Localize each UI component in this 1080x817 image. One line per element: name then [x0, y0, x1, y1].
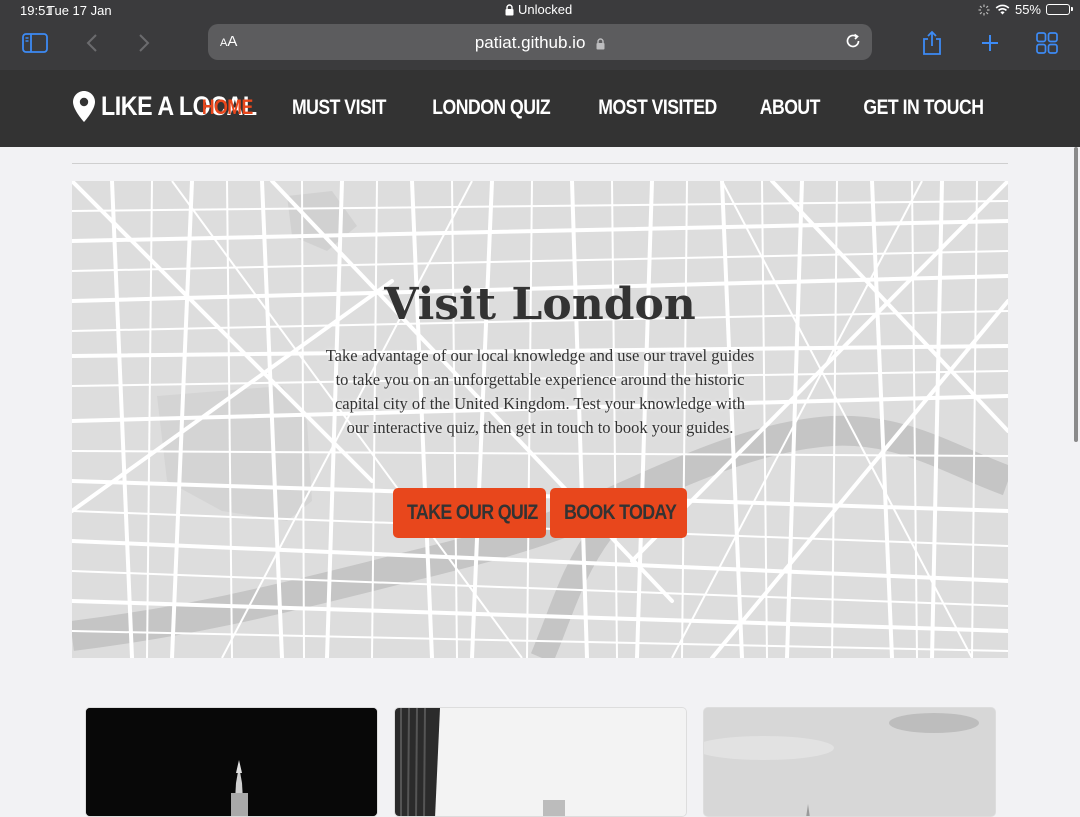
main-nav: HOME MUST VISIT LONDON QUIZ MOST VISITED…: [197, 96, 995, 120]
sidebar-toggle-button[interactable]: [20, 30, 50, 56]
attraction-card-tower-bridge[interactable]: [85, 707, 378, 817]
address-bar[interactable]: AA patiat.github.io: [208, 24, 872, 60]
secure-lock-icon: [596, 37, 605, 50]
nav-get-in-touch[interactable]: GET IN TOUCH: [864, 96, 985, 120]
new-tab-button[interactable]: [975, 30, 1005, 56]
tab-grid-icon: [1036, 32, 1058, 54]
nav-london-quiz[interactable]: LONDON QUIZ: [432, 96, 550, 120]
wifi-icon: [995, 4, 1010, 15]
nav-about[interactable]: ABOUT: [760, 96, 821, 120]
nav-home[interactable]: HOME: [201, 96, 252, 120]
hero-description: Take advantage of our local knowledge an…: [325, 346, 755, 437]
map-pin-icon: [73, 91, 95, 122]
reload-icon: [846, 33, 860, 48]
share-icon: [923, 30, 941, 55]
padlock-icon: [505, 3, 514, 15]
browser-toolbar: AA patiat.github.io: [0, 22, 1080, 70]
sidebar-icon: [22, 33, 48, 53]
hero-buttons: TAKE OUR QUIZ BOOK TODAY: [393, 488, 687, 538]
chevron-left-icon: [86, 34, 97, 52]
lock-status-text: Unlocked: [518, 2, 573, 17]
nav-most-visited[interactable]: MOST VISITED: [599, 96, 718, 120]
status-bar: 19:51 Tue 17 Jan Unlocked 55%: [0, 0, 1080, 22]
lock-status: Unlocked: [505, 2, 572, 17]
battery-icon: [1046, 4, 1073, 15]
skyline-photo: [704, 708, 995, 816]
plus-icon: [982, 35, 998, 51]
battery-percent: 55%: [1014, 2, 1041, 17]
status-right: 55%: [978, 2, 1073, 17]
site-navbar: LIKE A LOCAL HOME MUST VISIT LONDON QUIZ…: [0, 70, 1080, 147]
url-text: patiat.github.io: [474, 33, 586, 52]
city-building-photo: [395, 708, 686, 816]
take-quiz-button[interactable]: TAKE OUR QUIZ: [393, 488, 546, 538]
chevron-right-icon: [139, 34, 150, 52]
reload-button[interactable]: [844, 32, 862, 55]
forward-button[interactable]: [129, 30, 159, 56]
page-scrollbar[interactable]: [1074, 147, 1078, 442]
status-date: Tue 17 Jan: [47, 3, 112, 18]
tower-bridge-photo: [86, 708, 377, 816]
back-button[interactable]: [77, 30, 107, 56]
share-button[interactable]: [917, 30, 947, 56]
take-quiz-label: TAKE OUR QUIZ: [407, 501, 538, 524]
hero-title: Visit London: [384, 279, 696, 330]
tab-overview-button[interactable]: [1032, 30, 1062, 56]
attraction-card-city[interactable]: [394, 707, 687, 817]
book-today-button[interactable]: BOOK TODAY: [550, 488, 687, 538]
url-display[interactable]: patiat.github.io: [208, 33, 872, 53]
hero-section: Visit London Take advantage of our local…: [72, 181, 1008, 658]
attraction-card-skyline[interactable]: [703, 707, 996, 817]
nav-must-visit[interactable]: MUST VISIT: [292, 96, 386, 120]
book-today-label: BOOK TODAY: [564, 501, 677, 524]
section-divider: [72, 163, 1008, 164]
activity-icon: [978, 4, 990, 15]
